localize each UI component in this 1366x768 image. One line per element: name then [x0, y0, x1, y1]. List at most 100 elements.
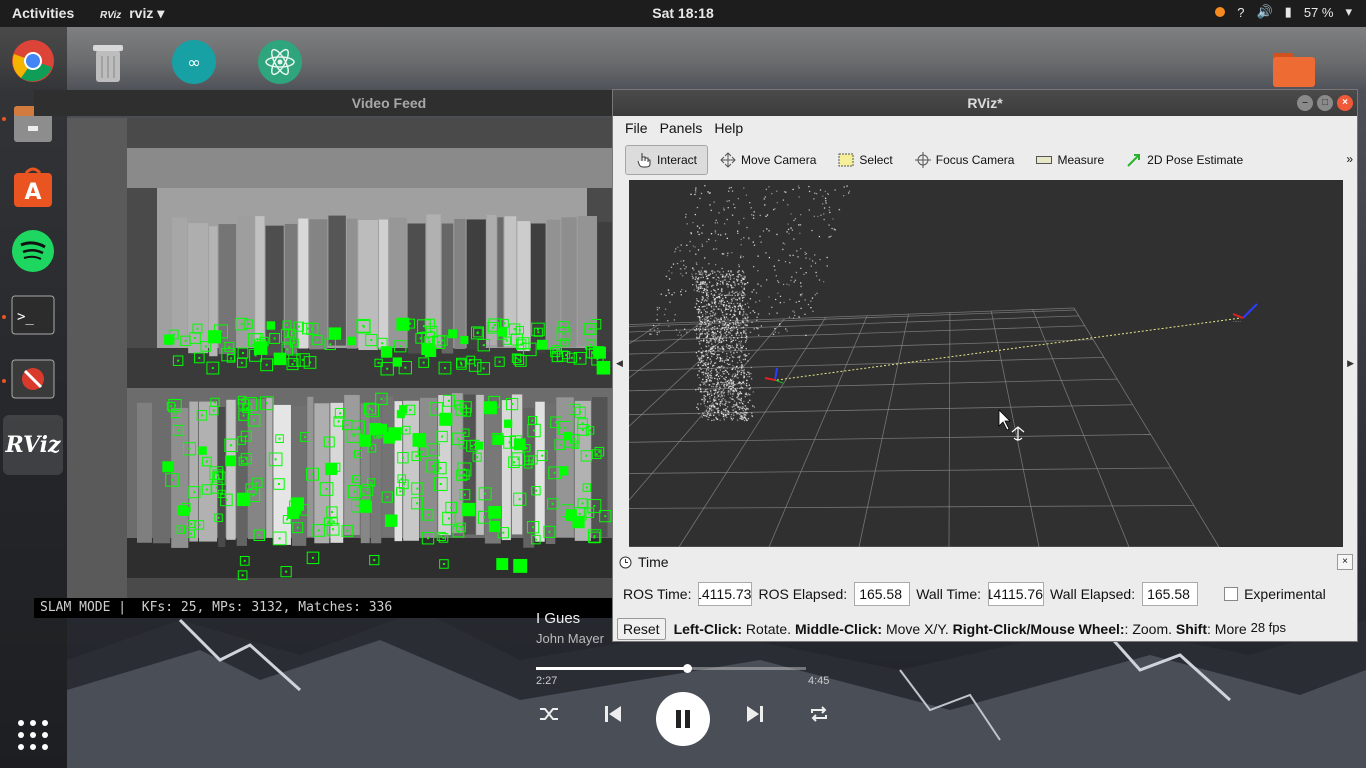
show-apps-icon[interactable] — [9, 711, 57, 759]
blocked-app-icon[interactable] — [9, 355, 57, 403]
collapse-left-icon[interactable]: ◀ — [616, 358, 623, 369]
status-bar: Reset Left-Click: Rotate. Middle-Click: … — [617, 618, 1286, 640]
interact-tool[interactable]: Interact — [625, 145, 709, 175]
progress-fill — [536, 667, 688, 670]
shift-desc: : More — [1207, 621, 1251, 637]
video-feed-image — [67, 118, 612, 598]
wall-elapsed-label: Wall Elapsed: — [1050, 586, 1136, 602]
middle-click-key: Middle-Click: — [794, 621, 883, 637]
window-title: RViz* — [967, 95, 1003, 111]
terminal-icon[interactable]: >_ — [9, 291, 57, 339]
arduino-icon[interactable]: ∞ — [170, 38, 218, 86]
pose-estimate-label: 2D Pose Estimate — [1147, 153, 1244, 167]
top-bar: Activities RViz rviz ▾ Sat 18:18 ? 🔊 ▮ 5… — [0, 0, 1366, 27]
chevron-down-icon[interactable]: ▾ — [1345, 4, 1352, 20]
wall-time-label: Wall Time: — [916, 586, 982, 602]
3d-viewport[interactable]: ····· — [629, 180, 1343, 547]
trash-icon[interactable] — [84, 38, 132, 86]
toolbar-overflow-button[interactable]: » — [1346, 152, 1353, 166]
svg-text:>_: >_ — [17, 309, 34, 325]
elapsed-time: 2:27 — [536, 675, 558, 687]
progress-bar[interactable] — [536, 667, 806, 670]
chrome-icon[interactable] — [9, 37, 57, 85]
pause-button[interactable] — [656, 692, 710, 746]
ros-elapsed-label: ROS Elapsed: — [758, 586, 848, 602]
measure-label: Measure — [1057, 153, 1105, 167]
move-arrows-icon — [720, 152, 736, 168]
activities-button[interactable]: Activities — [12, 5, 74, 21]
move-camera-label: Move Camera — [741, 153, 817, 167]
pause-icon — [676, 710, 690, 728]
close-icon[interactable]: × — [1337, 554, 1353, 570]
dock: A >_ RViz — [0, 27, 67, 768]
move-cursor-icon — [1011, 426, 1025, 441]
rviz-logo-icon: RViz — [100, 10, 122, 21]
trajectory-line — [776, 317, 1242, 381]
rviz-icon[interactable]: RViz — [3, 415, 63, 475]
previous-track-icon[interactable] — [598, 694, 628, 734]
middle-click-desc: Move X/Y. — [882, 621, 953, 637]
system-tray[interactable]: ? 🔊 ▮ 57 % ▾ — [1215, 4, 1352, 20]
ros-time-field[interactable]: 1547914115.73 — [698, 582, 753, 606]
rviz-dock-label: RViz — [5, 432, 61, 458]
minimize-icon[interactable]: – — [1297, 95, 1313, 111]
crosshair-icon — [914, 152, 931, 168]
running-indicator — [2, 379, 6, 383]
left-click-key: Left-Click: — [673, 621, 743, 637]
menu-panels[interactable]: Panels — [654, 120, 709, 136]
volume-icon[interactable]: 🔊 — [1256, 4, 1272, 20]
close-icon[interactable]: × — [1337, 95, 1353, 111]
experimental-checkbox[interactable] — [1224, 587, 1239, 601]
song-title: I Gues — [536, 610, 581, 627]
maximize-icon[interactable]: □ — [1317, 95, 1333, 111]
atom-icon[interactable] — [256, 38, 304, 86]
notification-dot-icon — [1215, 7, 1226, 17]
chevron-down-icon: ▾ — [157, 5, 165, 21]
tool-bar: Interact Move Camera Select Focus Camera… — [613, 144, 1357, 176]
move-camera-tool[interactable]: Move Camera — [710, 146, 826, 174]
collapse-right-icon[interactable]: ▶ — [1347, 358, 1354, 369]
measure-tool[interactable]: Measure — [1026, 146, 1114, 174]
mouse-cursor-icon — [998, 409, 1011, 431]
pose-estimate-tool[interactable]: 2D Pose Estimate — [1116, 146, 1253, 174]
song-artist: John Mayer — [536, 631, 604, 646]
svg-text:A: A — [24, 180, 41, 205]
folder-icon[interactable] — [1270, 44, 1318, 92]
fps-readout: 28 fps — [1250, 619, 1287, 635]
ruler-icon — [1036, 156, 1053, 164]
rviz-titlebar[interactable]: RViz* – □ × — [613, 90, 1357, 116]
right-click-desc: : Zoom. — [1124, 621, 1176, 637]
software-center-icon[interactable]: A — [9, 163, 57, 211]
camera-pose-axes: ····· — [1232, 303, 1258, 325]
shift-key: Shift — [1175, 621, 1208, 637]
total-time: 4:45 — [808, 675, 830, 687]
next-track-icon[interactable] — [740, 694, 770, 734]
left-click-desc: Rotate. — [742, 621, 795, 637]
app-menu-label: rviz — [129, 5, 154, 21]
menu-help[interactable]: Help — [708, 120, 749, 136]
repeat-icon[interactable] — [804, 694, 834, 734]
experimental-label: Experimental — [1244, 586, 1326, 602]
running-indicator — [2, 315, 6, 319]
app-menu[interactable]: RViz rviz ▾ — [100, 5, 164, 22]
svg-text:·····: ····· — [1233, 319, 1241, 325]
reset-button[interactable]: Reset — [617, 618, 666, 640]
select-tool[interactable]: Select — [828, 146, 902, 174]
clock[interactable]: Sat 18:18 — [652, 5, 713, 21]
rviz-window: RViz* – □ × File Panels Help Interact Mo… — [612, 89, 1358, 642]
progress-knob[interactable] — [683, 664, 693, 673]
wall-time-field[interactable]: 1547914115.76 — [988, 582, 1045, 606]
ros-elapsed-field[interactable]: 165.58 — [854, 582, 911, 606]
slam-status-bar: SLAM MODE | KFs: 25, MPs: 3132, Matches:… — [34, 598, 612, 618]
running-indicator — [2, 117, 6, 121]
green-arrow-icon — [1127, 154, 1141, 167]
shuffle-icon[interactable] — [534, 694, 564, 734]
spotify-icon[interactable] — [9, 227, 57, 275]
help-icon[interactable]: ? — [1237, 5, 1244, 20]
menu-file[interactable]: File — [619, 120, 654, 136]
time-panel: Time × ROS Time: 1547914115.73 ROS Elaps… — [613, 552, 1357, 641]
menu-bar: File Panels Help — [613, 116, 1357, 140]
right-click-key: Right-Click/Mouse Wheel: — [952, 621, 1125, 637]
focus-camera-tool[interactable]: Focus Camera — [905, 146, 1025, 174]
wall-elapsed-field[interactable]: 165.58 — [1142, 582, 1199, 606]
